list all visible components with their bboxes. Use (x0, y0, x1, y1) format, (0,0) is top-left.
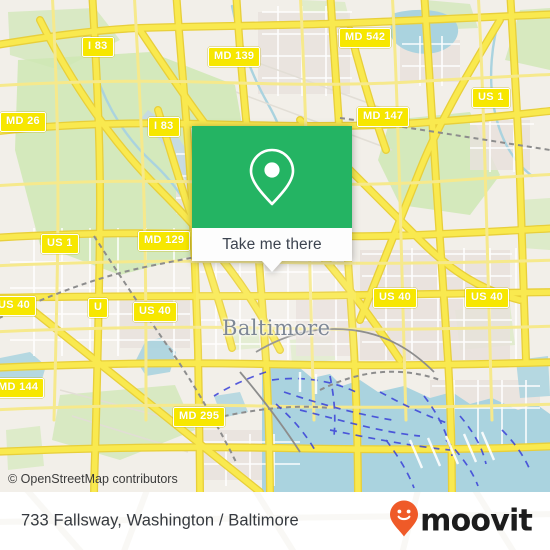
road-shield: U (88, 298, 109, 318)
road-shield: US 1 (41, 234, 79, 254)
road-shield: US 40 (0, 296, 37, 316)
road-shield: MD 295 (173, 407, 226, 427)
city-label-baltimore: Baltimore (222, 316, 331, 340)
address-label: 733 Fallsway, Washington / Baltimore (21, 511, 299, 530)
road-shield: US 40 (133, 302, 178, 322)
destination-popup[interactable]: Take me there (192, 126, 352, 272)
road-shield: MD 139 (208, 47, 261, 67)
moovit-smiley-pin-icon (389, 500, 419, 543)
popup-cta-bar[interactable]: Take me there (192, 228, 352, 261)
road-shield: I 83 (148, 117, 180, 137)
road-shield: MD 144 (0, 378, 45, 398)
moovit-map-screenshot: I 83 MD 139 MD 542 MD 26 I 83 MD 147 US 1 US 1 M… (0, 0, 550, 550)
road-shield: I 83 (82, 37, 114, 57)
footer-bar: 733 Fallsway, Washington / Baltimore moo… (0, 492, 550, 550)
road-shield: US 1 (472, 88, 510, 108)
location-pin-icon (247, 146, 297, 208)
road-shield: MD 129 (138, 231, 191, 251)
road-shield: MD 26 (0, 112, 46, 132)
moovit-wordmark: moovit (420, 503, 533, 538)
map-canvas[interactable]: I 83 MD 139 MD 542 MD 26 I 83 MD 147 US 1 US 1 M… (0, 0, 550, 492)
road-shield: MD 147 (357, 107, 410, 127)
road-shield: MD 542 (339, 28, 392, 48)
osm-attribution[interactable]: © OpenStreetMap contributors (8, 472, 178, 486)
road-shield: US 40 (465, 288, 510, 308)
road-shield: US 40 (373, 288, 418, 308)
popup-header (192, 126, 352, 228)
popup-tail-pointer (262, 261, 282, 272)
moovit-logo[interactable]: moovit (389, 500, 533, 543)
take-me-there-label: Take me there (222, 235, 322, 253)
